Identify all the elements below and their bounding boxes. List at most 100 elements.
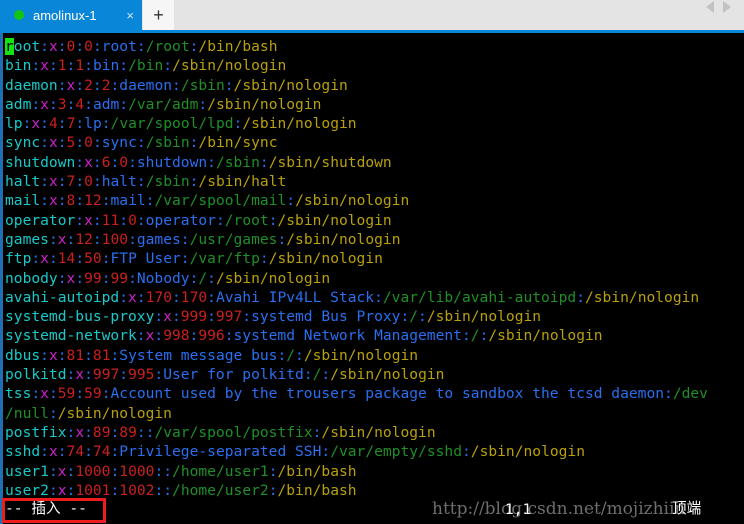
terminal-text: 995 [128,366,155,384]
terminal-text: 0 [128,211,137,229]
terminal-text: Account used by the trousers package to … [110,385,665,403]
terminal-text: /null [5,404,49,422]
terminal-screen[interactable]: root:x:0:0:root:/root:/bin/bash bin:x:1:1… [0,33,744,524]
terminal-text: : [57,134,67,152]
terminal-line: dbus:x:81:81:System message bus:/:/sbin/… [5,346,744,365]
terminal-text: : [224,327,234,345]
terminal-text: : [163,462,173,480]
terminal-text: : [321,443,331,461]
terminal-text: : [75,38,85,55]
terminal-text: Nobody [136,269,190,287]
terminal-text: x [40,385,49,403]
terminal-text: : [461,327,471,345]
terminal-text: x [40,57,49,75]
terminal-text: : [154,366,164,384]
terminal-text: : [664,385,673,403]
terminal-text: : [57,173,67,191]
terminal-text: : [136,327,146,345]
terminal-text: : [101,385,111,403]
terminal-text: : [110,481,120,499]
terminal-text: / [286,346,296,364]
terminal-text: : [57,38,67,55]
vim-ruler-position: 1,1 [505,501,532,518]
terminal-text: x [48,443,58,461]
vim-mode-indicator: -- 插入 -- [5,500,87,517]
terminal-text: : [75,211,85,229]
tab-amolinux-1[interactable]: amolinux-1 × [0,0,142,30]
terminal-line: operator:x:11:0:operator:/root:/sbin/nol… [5,211,744,230]
terminal-text: : [110,346,120,364]
terminal-text: /sbin/nologin [215,269,331,287]
triangle-left-icon[interactable] [706,1,714,13]
terminal-text: 170 [145,288,172,306]
terminal-text: : [84,346,93,364]
terminal-text: 4 [75,95,85,113]
terminal-text: /sbin/nologin [233,76,348,94]
terminal-text: : [207,288,216,306]
terminal-text: /sbin/nologin [470,443,586,461]
terminal-text: : [57,443,67,461]
terminal-text: : [136,211,146,229]
terminal-text: x [48,346,58,364]
terminal-text: x [75,423,85,441]
terminal-text: /var/spool/lpd [110,115,234,133]
terminal-text: 996 [198,327,225,345]
terminal-text: : [84,95,93,113]
terminal-text: games [5,230,49,248]
terminal-text: : [48,230,58,248]
vim-scroll-position: 顶端 [672,500,702,517]
terminal-text: : [48,404,58,422]
terminal-text: x [57,462,67,480]
terminal-text: : [119,211,129,229]
terminal-text: daemon [5,76,58,94]
terminal-text: : [48,250,58,268]
triangle-right-icon[interactable] [723,1,731,13]
terminal-text: 999 [180,308,208,326]
vim-buffer[interactable]: root:x:0:0:root:/root:/bin/bash bin:x:1:1… [5,37,744,500]
terminal-text: 99 [84,269,102,287]
terminal-text: User for polkitd [163,366,304,384]
terminal-text: : [171,288,181,306]
terminal-text: 998 [163,327,190,345]
terminal-text: : [48,385,58,403]
terminal-line: lp:x:4:7:lp:/var/spool/lpd:/sbin/nologin [5,114,744,133]
terminal-text: x [84,153,93,171]
terminal-line: systemd-network:x:998:996:systemd Networ… [5,326,744,345]
terminal-text: /var/ftp [189,250,260,268]
terminal-text: : [92,153,102,171]
terminal-text: : [286,192,296,210]
scrollbar[interactable] [0,33,3,524]
terminal-text: : [400,308,410,326]
terminal-text: : [303,366,313,384]
terminal-text: : [180,250,190,268]
terminal-text: adm [5,95,32,113]
terminal-text: x [48,173,58,191]
terminal-text: /sbin/nologin [207,95,322,113]
terminal-line: avahi-autoipd:x:170:170:Avahi IPv4LL Sta… [5,288,744,307]
terminal-line: nobody:x:99:99:Nobody:/:/sbin/nologin [5,269,744,288]
terminal-text: /bin/sync [198,134,278,152]
terminal-line: ftp:x:14:50:FTP User:/var/ftp:/sbin/nolo… [5,249,744,268]
terminal-text: 3 [57,95,67,113]
new-tab-button[interactable]: + [142,0,174,30]
watermark-text: http://blog.csdn.net/mojizhiin [432,499,686,519]
terminal-text: tss [5,385,32,403]
terminal-text: : [66,230,76,248]
terminal-text: : [224,76,234,94]
terminal-text: /sbin/nologin [303,346,419,364]
terminal-text: x [48,134,58,152]
terminal-text: /var/lib/avahi-autoipd [382,288,577,306]
terminal-text: postfix [5,423,67,441]
terminal-text: : [31,57,41,75]
close-icon[interactable]: × [126,9,134,22]
terminal-text: 0 [84,134,93,152]
terminal-text: : [75,76,85,94]
terminal-text: : [215,211,225,229]
terminal-text: x [57,230,67,248]
terminal-text: : [92,134,102,152]
terminal-text: : [57,115,67,133]
terminal-text: 1 [75,57,85,75]
terminal-text: : [259,153,269,171]
terminal-line: bin:x:1:1:bin:/bin:/sbin/nologin [5,56,744,75]
terminal-text: x [66,76,76,94]
